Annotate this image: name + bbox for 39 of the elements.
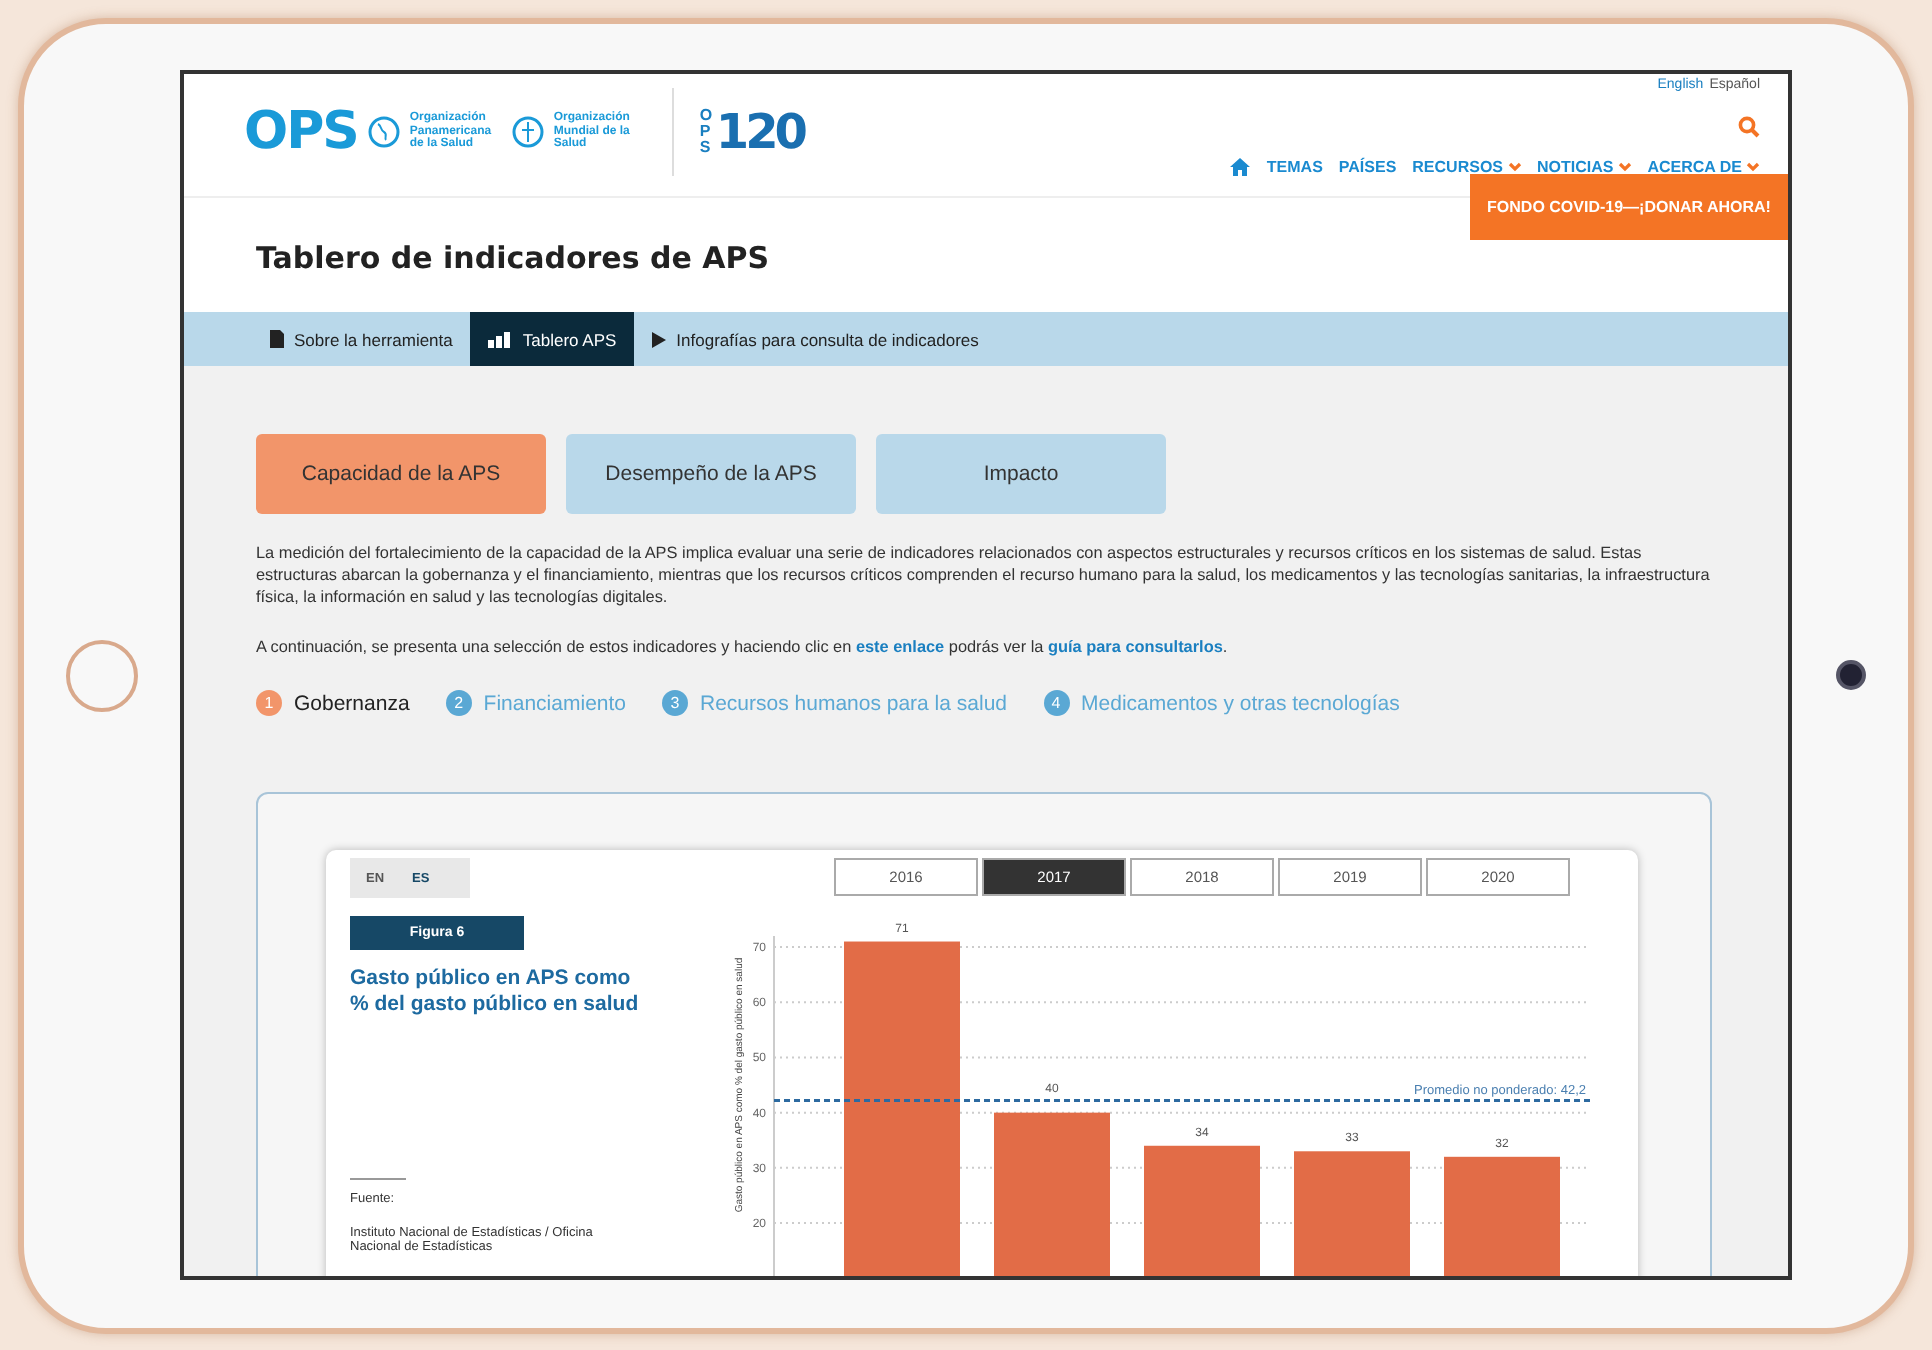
play-icon	[652, 331, 667, 347]
search-icon[interactable]	[1738, 115, 1760, 137]
nav-link[interactable]: TEMAS	[1266, 158, 1323, 176]
step-tab[interactable]: 1 Gobernanza	[256, 690, 410, 716]
nav-link[interactable]: RECURSOS	[1412, 158, 1521, 176]
camera-icon	[1835, 660, 1865, 690]
sub-nav-tab[interactable]: Tablero APS	[470, 312, 635, 366]
caret-icon	[1507, 162, 1521, 172]
nav-link[interactable]: NOTICIAS	[1537, 158, 1632, 176]
link[interactable]: guía para consultarlos	[1048, 638, 1223, 656]
caret-icon	[1617, 162, 1632, 172]
link[interactable]: este enlace	[855, 638, 945, 656]
nav-link[interactable]: ACERCA DE	[1647, 158, 1760, 176]
logo-text: OPS	[699, 108, 715, 156]
category-tab[interactable]: Impacto	[876, 434, 1166, 514]
step-number: 2	[445, 690, 472, 716]
intro-paragraph: La medición del fortalecimiento de la capacidad de la APS implica evaluar una serie de indicadores relacionados con aspectos estructurales y recursos críticos en los sistemas de salud. Estas estructuras abarcan la gobernanza y el financiamiento, mientras que los recursos críticos comprenden el recurso humano para la salud, los medicamentos y las tecnologías sanitarias, la infraestructura física, la información en salud y las tecnologías digitales.	[256, 542, 1712, 608]
sub-nav-tab[interactable]: Infografías para consulta de indicadores	[634, 312, 997, 366]
bar	[1444, 1156, 1560, 1276]
nav-link[interactable]: PAÍSES	[1338, 158, 1397, 176]
step-number: 4	[1043, 690, 1070, 716]
home-button[interactable]	[66, 639, 138, 711]
bar	[1294, 1151, 1410, 1276]
sub-nav-tab[interactable]: Sobre la herramienta	[252, 312, 471, 366]
logo-text: OPS	[244, 102, 358, 162]
step-number: 1	[256, 690, 282, 716]
bar-chart-icon	[488, 331, 513, 347]
logo-text: 120	[715, 104, 804, 160]
step-number: 3	[662, 690, 688, 716]
caret-icon	[1746, 162, 1760, 172]
category-tab[interactable]: Desempeño de la APS	[566, 434, 856, 514]
document-icon	[270, 330, 284, 348]
figure-title: Gasto público en APS como % del gasto público en salud	[350, 966, 641, 1018]
home-icon[interactable]	[1230, 158, 1251, 176]
bar	[1144, 1145, 1260, 1276]
emblem-icon	[511, 116, 544, 148]
category-tab[interactable]: Capacidad de la APS	[256, 434, 546, 514]
guide-paragraph: A continuación, se presenta una selección de estos indicadores y haciendo clic en este enlace podrás ver la guía para consultarlos.	[256, 636, 1230, 658]
page-title: Tablero de indicadores de APS	[256, 240, 772, 280]
